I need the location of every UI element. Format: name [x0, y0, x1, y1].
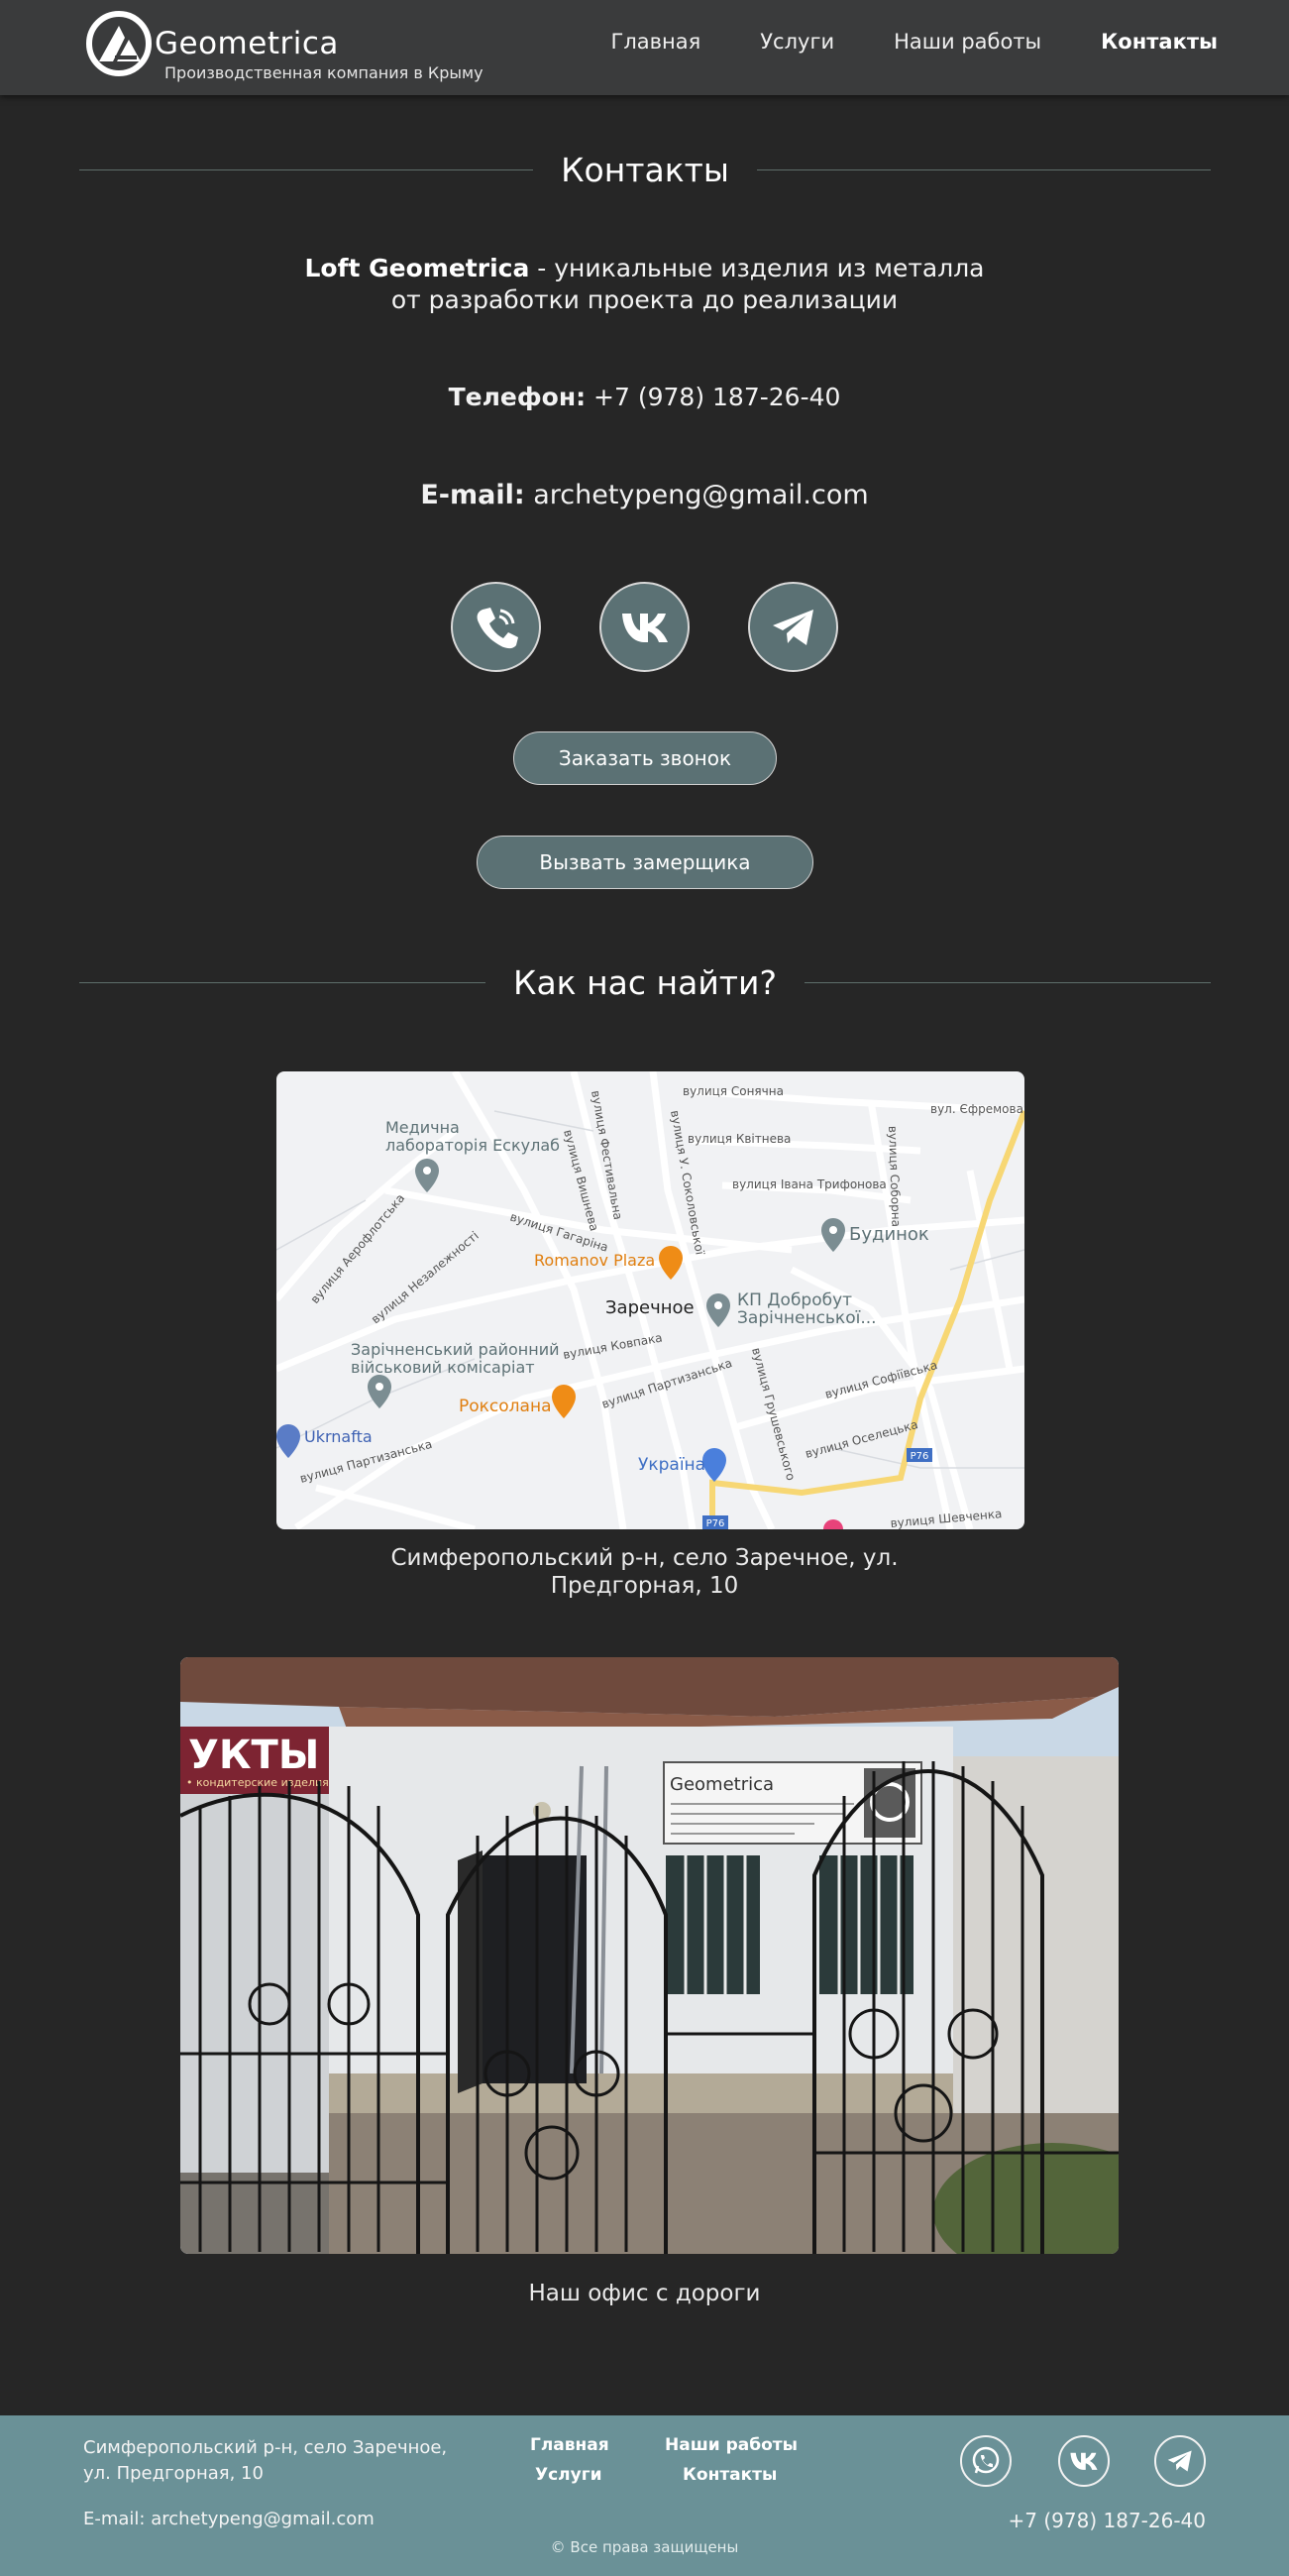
find-heading: Как нас найти?: [79, 957, 1211, 1007]
vk-icon: [1070, 2452, 1098, 2470]
poi-label: КП Добробут: [737, 1290, 852, 1310]
find-title: Как нас найти?: [513, 962, 777, 1002]
social-buttons: [451, 582, 839, 673]
intro-brand: Loft Geometrica: [304, 254, 530, 282]
poi-label: лабораторія Ескулаб: [385, 1136, 560, 1155]
footer-telegram-button[interactable]: [1154, 2435, 1206, 2487]
footer-nav-contacts[interactable]: Контакты: [683, 2465, 777, 2485]
poi-label: Зарічненської...: [737, 1308, 877, 1328]
poi-label: Ukrnafta: [304, 1427, 373, 1446]
footer-nav-services[interactable]: Услуги: [535, 2465, 602, 2485]
shop-sign: УКТЫ: [188, 1733, 319, 1778]
village-label: Заречное: [605, 1297, 695, 1318]
poi-dobrobut[interactable]: КП Добробут Зарічненської...: [706, 1290, 877, 1328]
copyright: © Все права защищены: [550, 2538, 739, 2556]
footer-phone[interactable]: +7 (978) 187-26-40: [1009, 2509, 1206, 2532]
nav-contacts[interactable]: Контакты: [1101, 30, 1218, 54]
poi-label: Romanov Plaza: [534, 1251, 655, 1270]
logo-mark-icon: [86, 11, 152, 76]
phone-button[interactable]: [451, 582, 541, 672]
poi-marker: [823, 1519, 843, 1529]
office-photo: УКТЫ • кондитерские изделия Geometrica: [180, 1657, 1119, 2254]
brand-name: Geometrica: [155, 26, 339, 61]
order-call-button[interactable]: Заказать звонок: [513, 731, 777, 785]
phone-line: Телефон: +7 (978) 187-26-40: [0, 383, 1289, 411]
call-measurer-button[interactable]: Вызвать замерщика: [477, 836, 813, 889]
nav-services[interactable]: Услуги: [760, 30, 834, 54]
poi-ukrnafta[interactable]: Ukrnafta: [276, 1424, 373, 1458]
nav-works[interactable]: Наши работы: [894, 30, 1041, 54]
poi-label: Зарічненський районний: [351, 1340, 560, 1359]
email-label: E-mail:: [420, 480, 525, 510]
brand-tagline: Производственная компания в Крыму: [164, 63, 483, 82]
street-name: вулиця Івана Трифонова: [732, 1177, 887, 1191]
poi-budynok[interactable]: Будинок: [821, 1218, 929, 1252]
poi-label: Медична: [385, 1118, 460, 1137]
divider-line: [804, 981, 1211, 983]
footer-address-line1: Симферопольский р-н, село Заречное,: [83, 2437, 448, 2458]
phone-value[interactable]: +7 (978) 187-26-40: [586, 383, 840, 411]
footer-nav-home[interactable]: Главная: [530, 2435, 609, 2455]
divider-line: [79, 981, 486, 983]
shop-subsign: • кондитерские изделия: [186, 1776, 329, 1789]
road-label: P76: [911, 1451, 929, 1462]
footer-address: Симферопольский р-н, село Заречное, ул. …: [83, 2435, 460, 2487]
address-line2: Предгорная, 10: [550, 1573, 739, 1599]
footer-whatsapp-button[interactable]: [960, 2435, 1012, 2487]
telegram-button[interactable]: [748, 582, 838, 672]
street-name: вулиця Сонячна: [683, 1084, 784, 1098]
email-value[interactable]: archetypeng@gmail.com: [525, 480, 868, 510]
telegram-icon: [1167, 2450, 1192, 2472]
nav-home[interactable]: Главная: [611, 30, 701, 54]
sign-brand: Geometrica: [670, 1774, 774, 1795]
footer-email[interactable]: E-mail: archetypeng@gmail.com: [83, 2509, 375, 2529]
divider-line: [79, 168, 534, 170]
intro-text: Loft Geometrica - уникальные изделия из …: [0, 253, 1289, 316]
poi-label: військовий комісаріат: [351, 1358, 535, 1377]
poi-label: Будинок: [849, 1224, 929, 1245]
vk-icon: [621, 613, 668, 642]
email-line: E-mail: archetypeng@gmail.com: [0, 480, 1289, 510]
location-map[interactable]: P76 P76 вулиця Сонячна вул. Єфремова вул…: [276, 1071, 1024, 1529]
street-name: вулиця Ковпака: [562, 1331, 663, 1362]
vk-button[interactable]: [599, 582, 690, 672]
footer-address-line2: ул. Предгорная, 10: [83, 2463, 264, 2484]
poi-label: Роксолана: [459, 1397, 551, 1416]
divider-line: [756, 168, 1212, 170]
whatsapp-icon: [972, 2446, 1000, 2474]
road-label: P76: [706, 1518, 725, 1529]
telegram-icon: [772, 609, 813, 645]
phone-icon: [477, 607, 518, 648]
contacts-heading: Контакты: [79, 145, 1212, 194]
map-minor-streets: [276, 1110, 1024, 1469]
poi-lab[interactable]: Медична лабораторія Ескулаб: [385, 1118, 560, 1192]
intro-line2: от разработки проекта до реализации: [390, 285, 899, 314]
phone-label: Телефон:: [448, 383, 587, 411]
contacts-title: Контакты: [561, 150, 729, 189]
address-line1: Симферопольский р-н, село Заречное, ул.: [390, 1545, 899, 1571]
site-header: Geometrica Производственная компания в К…: [0, 0, 1289, 95]
footer-nav-works[interactable]: Наши работы: [665, 2435, 798, 2455]
intro-line1: - уникальные изделия из металла: [529, 254, 985, 282]
logo[interactable]: Geometrica Производственная компания в К…: [85, 10, 521, 85]
photo-caption: Наш офис с дороги: [528, 2281, 761, 2306]
main-nav: Главная Услуги Наши работы Контакты: [611, 30, 1218, 54]
street-name: вулиця Квітнева: [688, 1132, 791, 1146]
street-name: вул. Єфремова: [930, 1102, 1023, 1116]
footer-vk-button[interactable]: [1058, 2435, 1110, 2487]
site-footer: Симферопольский р-н, село Заречное, ул. …: [0, 2415, 1289, 2576]
poi-label: Україна: [638, 1455, 705, 1475]
poi-roksolana[interactable]: Роксолана: [459, 1385, 576, 1418]
map-address: Симферопольский р-н, село Заречное, ул. …: [0, 1544, 1289, 1600]
